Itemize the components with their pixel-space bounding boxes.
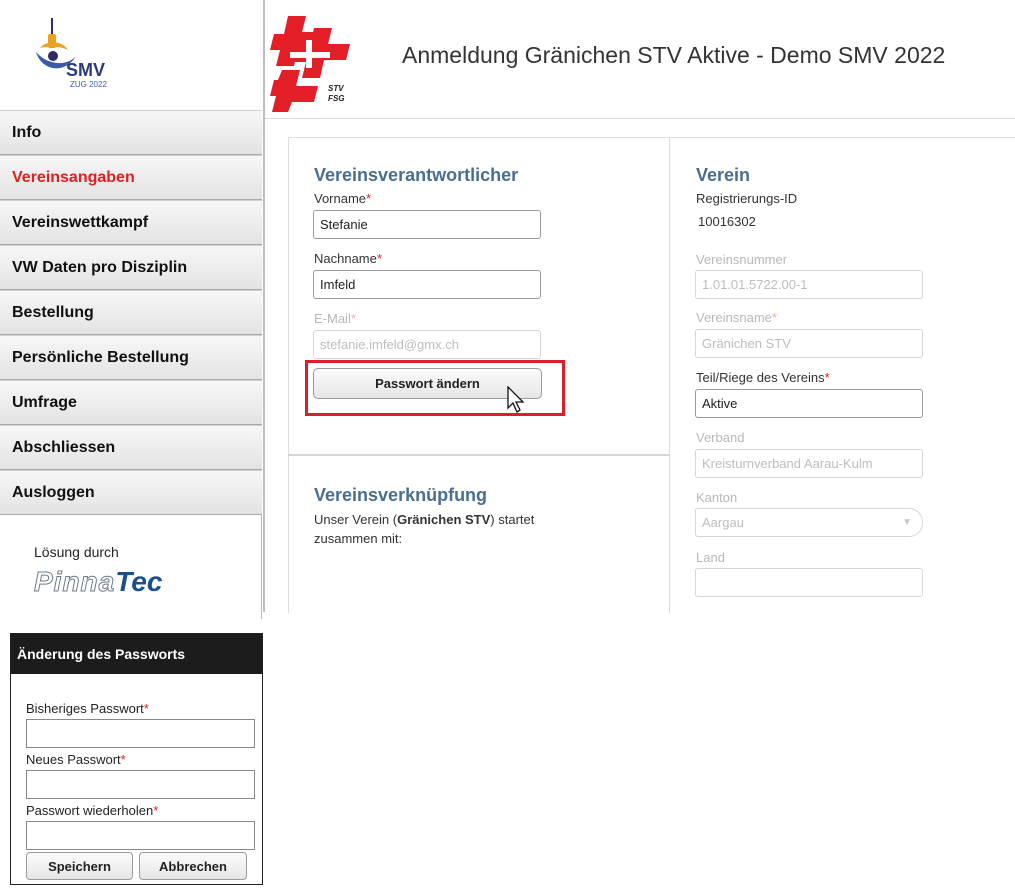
club-name-field: [695, 329, 923, 358]
repeat-password-field[interactable]: [26, 821, 255, 850]
panel-separator: [288, 454, 670, 456]
dialog-title: Änderung des Passworts: [11, 634, 262, 674]
vendor-logo-part1: Pinna: [33, 566, 116, 598]
sidebar-item-persoenliche-bestellung[interactable]: Persönliche Bestellung: [0, 335, 262, 380]
panel-border: [288, 137, 670, 138]
contact-section-title: Vereinsverantwortlicher: [314, 165, 519, 185]
repeat-password-label: Passwort wiederholen*: [26, 803, 159, 818]
panel-border: [670, 137, 1015, 138]
link-description: Unser Verein (Gränichen STV) startet: [314, 512, 535, 527]
link-section-title: Vereinsverknüpfung: [314, 485, 488, 505]
lastname-field[interactable]: [313, 270, 541, 299]
vendor-label: Lösung durch: [34, 544, 119, 560]
stv-logo: STV FSG: [270, 12, 356, 112]
sidebar-item-umfrage[interactable]: Umfrage: [0, 380, 262, 425]
lastname-label: Nachname*: [314, 251, 382, 266]
stv-logo-subtext: FSG: [328, 94, 345, 103]
new-password-field[interactable]: [26, 770, 255, 799]
cancel-button[interactable]: Abbrechen: [139, 852, 247, 880]
association-label: Verband: [696, 430, 745, 445]
club-section-field[interactable]: [695, 389, 923, 418]
new-password-label: Neues Passwort*: [26, 752, 126, 767]
association-field: [695, 449, 923, 478]
email-label: E-Mail*: [314, 311, 356, 326]
save-button[interactable]: Speichern: [26, 852, 133, 880]
sidebar-nav: Info Vereinsangaben Vereinswettkampf VW …: [0, 110, 262, 619]
sidebar-item-ausloggen[interactable]: Ausloggen: [0, 470, 262, 515]
firstname-field[interactable]: [313, 210, 541, 239]
smv-logo-text: SMV: [66, 60, 106, 80]
stv-logo-text: STV: [328, 84, 344, 93]
canton-select: Aargau ▼: [695, 508, 923, 537]
canton-label: Kanton: [696, 490, 738, 505]
change-password-dialog: Änderung des Passworts Bisheriges Passwo…: [10, 633, 263, 885]
canton-select-value: Aargau: [702, 515, 744, 530]
sidebar-item-vw-daten[interactable]: VW Daten pro Disziplin: [0, 245, 262, 290]
club-section-title: Verein: [696, 165, 751, 185]
email-field: [313, 330, 541, 359]
sidebar-item-bestellung[interactable]: Bestellung: [0, 290, 262, 335]
club-section-label: Teil/Riege des Vereins*: [696, 370, 830, 385]
sidebar-item-info[interactable]: Info: [0, 110, 262, 155]
club-name-label: Vereinsname*: [696, 310, 777, 325]
mouse-pointer-icon: [507, 386, 525, 413]
old-password-field[interactable]: [26, 719, 255, 748]
club-number-field: [695, 270, 923, 299]
vendor-logo: PinnaTec: [33, 566, 163, 598]
content-divider: [265, 118, 1015, 119]
panel-divider: [669, 137, 670, 613]
smv-logo-subtext: ZUG 2022: [70, 80, 107, 89]
link-description-line2: zusammen mit:: [314, 531, 403, 546]
smv-logo: SMV ZUG 2022: [0, 0, 262, 108]
old-password-label: Bisheriges Passwort*: [26, 701, 149, 716]
reg-id-value: 10016302: [698, 214, 756, 229]
sidebar-item-abschliessen[interactable]: Abschliessen: [0, 425, 262, 470]
country-field: [695, 568, 923, 597]
page-title: Anmeldung Gränichen STV Aktive - Demo SM…: [402, 42, 946, 68]
vendor-logo-part2: Tec: [115, 566, 163, 597]
panel-border: [288, 137, 289, 613]
header-separator: [263, 0, 265, 612]
firstname-label: Vorname*: [314, 191, 372, 206]
sidebar-item-vereinsangaben[interactable]: Vereinsangaben: [0, 155, 262, 200]
club-number-label: Vereinsnummer: [696, 252, 788, 267]
country-label: Land: [696, 550, 725, 565]
sidebar-item-vereinswettkampf[interactable]: Vereinswettkampf: [0, 200, 262, 245]
chevron-down-icon: ▼: [902, 517, 912, 528]
reg-id-label: Registrierungs-ID: [696, 191, 798, 206]
